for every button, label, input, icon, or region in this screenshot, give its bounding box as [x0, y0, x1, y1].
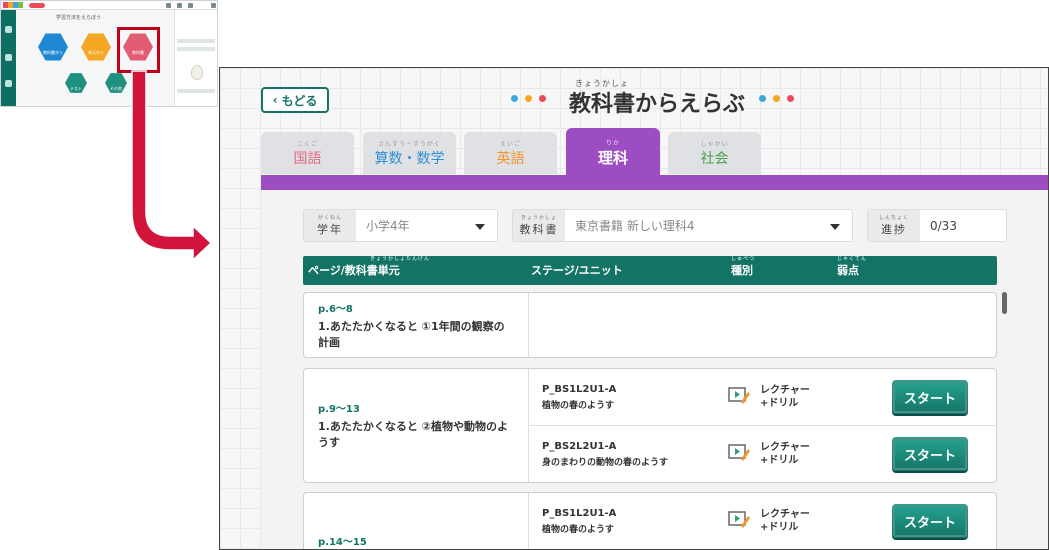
title-dots-left	[511, 95, 546, 102]
col-header-stage: ステージ/ユニット	[531, 262, 623, 278]
page-range: p.14〜15	[318, 537, 367, 548]
col-header-kind: しゅべつ 種別	[731, 256, 754, 278]
page-range: p.9〜13	[318, 404, 360, 415]
kind-line-2: +ドリル	[760, 522, 799, 533]
unit-cell: p.9〜13 1.あたたかくなると ②植物や動物のようす	[304, 369, 529, 482]
grade-label-text: 学年	[317, 223, 343, 236]
tab-label: 英語	[496, 151, 525, 167]
chevron-left-icon: ‹	[272, 93, 278, 107]
col-label: ページ/教科書単元	[308, 264, 400, 277]
col-header-weak: じゃくてん 弱点	[837, 256, 866, 278]
tab-ruby: りか	[605, 140, 620, 147]
col-ruby: しゅべつ	[731, 256, 756, 262]
grade-ruby: がくねん	[317, 215, 342, 221]
col-ruby: じゃくてん	[837, 256, 867, 262]
textbook-select[interactable]: きょうかしょ 教科書 東京書籍 新しい理科4	[512, 209, 853, 242]
textbook-ruby: きょうかしょ	[520, 215, 557, 221]
col-header-page: きょうかしょたんげん ページ/教科書単元	[308, 256, 429, 278]
tab-label: 国語	[293, 151, 322, 167]
lecture-video-icon	[728, 387, 750, 404]
lecture-video-icon	[728, 444, 750, 461]
kind-line-1: レクチャー	[760, 509, 810, 520]
progress-label: しんちょく 進捗	[868, 210, 920, 241]
stage-row: P_BS1L2U1-A 植物の春のようす レクチャー +ドリル スタート	[530, 369, 996, 426]
transition-arrow	[131, 70, 213, 262]
tab-ruby: さんすう・すうがく	[378, 141, 441, 148]
tab-ruby: えいご	[499, 141, 521, 148]
kind-line-1: レクチャー	[760, 442, 810, 453]
kind-line-2: +ドリル	[760, 398, 799, 409]
progress-box: しんちょく 進捗 0/33	[867, 209, 1007, 242]
tab-japanese[interactable]: こくご 国語	[261, 132, 354, 174]
stage-kind: レクチャー +ドリル	[760, 441, 810, 467]
stage-code: P_BS1L2U1-A	[542, 384, 617, 395]
stage-kind: レクチャー +ドリル	[760, 384, 810, 410]
textbook-label-text: 教科書	[519, 223, 559, 236]
kind-line-2: +ドリル	[760, 455, 799, 466]
textbook-value: 東京書籍 新しい理科4	[575, 219, 695, 233]
tab-underline-bar	[261, 175, 1048, 190]
grade-label: がくねん 学年	[304, 210, 356, 241]
tab-label: 理科	[597, 149, 628, 167]
stage-kind: レクチャー +ドリル	[760, 508, 810, 534]
stage-code: P_BS1L2U1-A	[542, 508, 617, 519]
tab-english[interactable]: えいご 英語	[464, 132, 557, 174]
content-sheet: がくねん 学年 小学4年 きょうかしょ 教科書 東京書籍 新しい理科4 しんちょ…	[261, 190, 1048, 549]
chevron-down-icon	[475, 224, 485, 230]
progress-value: 0/33	[930, 218, 957, 233]
stage-name: 身のまわりの動物の春のようす	[542, 458, 669, 468]
tab-label: 社会	[700, 151, 729, 167]
unit-title: 1.あたたかくなると ①1年間の観察の計画	[318, 319, 505, 349]
stage-name: 植物の春のようす	[542, 525, 615, 535]
table-row: p.14〜15 P_BS1L2U1-A 植物の春のようす レクチャー +ドリル …	[303, 492, 997, 549]
stage-name: 植物の春のようす	[542, 401, 615, 411]
page-title: 教科書からえらぶ	[569, 92, 746, 117]
start-button[interactable]: スタート	[892, 437, 968, 471]
chevron-down-icon	[830, 224, 840, 230]
start-button[interactable]: スタート	[892, 380, 968, 414]
back-button[interactable]: ‹ もどる	[261, 87, 329, 113]
stage-code: P_BS2L2U1-A	[542, 441, 617, 452]
tab-ruby: しゃかい	[700, 141, 729, 148]
table-row: p.9〜13 1.あたたかくなると ②植物や動物のようす P_BS1L2U1-A…	[303, 368, 997, 483]
grade-value: 小学4年	[366, 219, 410, 233]
back-button-label: もどる	[281, 93, 318, 108]
start-button[interactable]: スタート	[892, 504, 968, 538]
progress-label-text: 進捗	[881, 223, 907, 236]
col-label: 種別	[731, 264, 753, 277]
title-dots-right	[759, 95, 794, 102]
tab-science[interactable]: りか 理科	[566, 128, 660, 177]
unit-cell: p.14〜15	[304, 493, 529, 549]
unit-title: 1.あたたかくなると ②植物や動物のようす	[318, 420, 508, 449]
col-ruby: きょうかしょたんげん	[370, 256, 431, 262]
textbook-select-screen: ‹ もどる きょうかしょ 教科書からえらぶ こくご 国語 さんすう・すうがく 算…	[219, 67, 1049, 550]
unit-cell: p.6〜8 1.あたたかくなると ①1年間の観察の計画	[304, 293, 529, 357]
tab-ruby: こくご	[296, 141, 318, 148]
table-header: きょうかしょたんげん ページ/教科書単元 ステージ/ユニット しゅべつ 種別 じ…	[303, 256, 997, 285]
page-range: p.6〜8	[318, 303, 353, 315]
scrollbar-thumb[interactable]	[1002, 292, 1007, 314]
col-label: 弱点	[837, 264, 859, 277]
tab-math[interactable]: さんすう・すうがく 算数・数学	[363, 132, 456, 174]
stage-row: P_BS2L2U1-A 身のまわりの動物の春のようす レクチャー +ドリル スタ…	[530, 426, 996, 483]
tab-label: 算数・数学	[374, 151, 445, 167]
tab-social[interactable]: しゃかい 社会	[668, 132, 761, 174]
grade-select[interactable]: がくねん 学年 小学4年	[303, 209, 498, 242]
stage-row: P_BS1L2U1-A 植物の春のようす レクチャー +ドリル スタート	[530, 493, 996, 549]
lecture-video-icon	[728, 511, 750, 528]
col-label: ステージ/ユニット	[531, 264, 623, 277]
table-row: p.6〜8 1.あたたかくなると ①1年間の観察の計画	[303, 292, 997, 358]
progress-ruby: しんちょく	[878, 215, 909, 221]
textbook-label: きょうかしょ 教科書	[513, 210, 565, 241]
kind-line-1: レクチャー	[760, 385, 810, 396]
